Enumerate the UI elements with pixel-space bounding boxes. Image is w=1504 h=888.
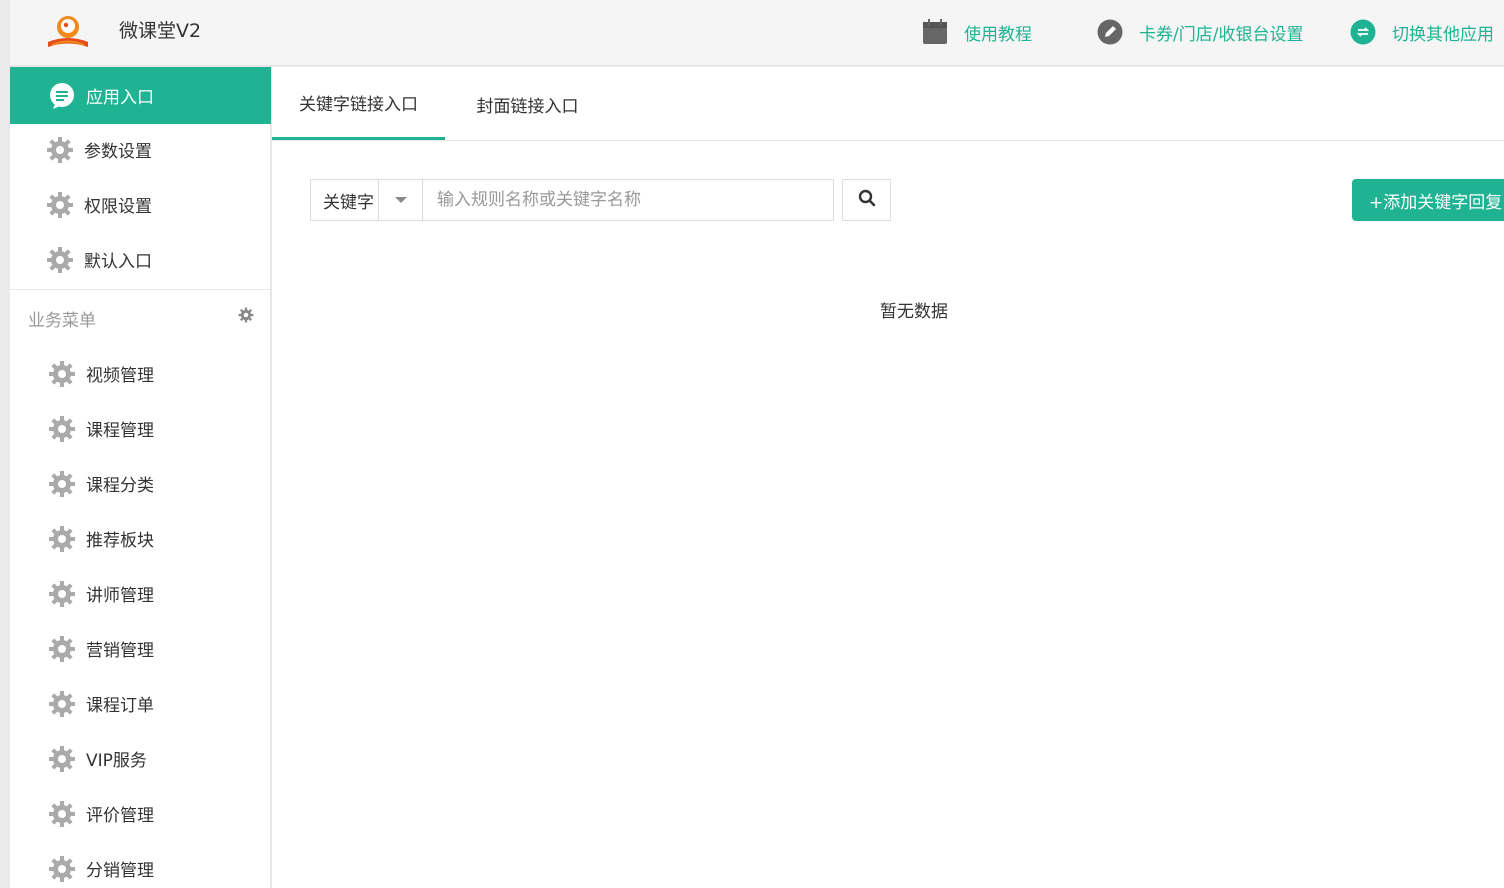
- sidebar-item-label: 推荐板块: [86, 531, 154, 551]
- sidebar-item-label: 视频管理: [86, 366, 154, 386]
- calendar-icon: [922, 19, 948, 45]
- sidebar-item-course-order[interactable]: 课程订单: [10, 676, 271, 731]
- gear-icon: [48, 415, 76, 443]
- sidebar-item-label: 课程分类: [86, 476, 154, 496]
- gear-icon: [46, 136, 74, 164]
- sidebar-item-label: VIP服务: [86, 751, 147, 771]
- sidebar-item-vip-service[interactable]: VIP服务: [10, 731, 271, 786]
- tab-keyword-link[interactable]: 关键字链接入口: [272, 67, 445, 140]
- filter-type-select[interactable]: 关键字: [310, 179, 422, 221]
- app-logo-icon: [46, 12, 90, 50]
- gear-icon: [48, 800, 76, 828]
- gear-icon: [48, 580, 76, 608]
- main-content: 关键字链接入口 封面链接入口 关键字 +添加关键字回复 暂无数据: [272, 67, 1504, 888]
- card-store-settings-link[interactable]: 卡券/门店/收银台设置: [1097, 18, 1303, 46]
- search-button[interactable]: [842, 179, 891, 221]
- sidebar-item-video[interactable]: 视频管理: [10, 346, 271, 401]
- sidebar-item-label: 营销管理: [86, 641, 154, 661]
- switch-app-link[interactable]: 切换其他应用: [1350, 18, 1494, 46]
- sidebar: 应用入口 参数设置 权限设置 默认入口 业务菜单 视频管理课程管理课程分类推荐板…: [10, 67, 271, 888]
- gear-icon: [48, 635, 76, 663]
- add-keyword-reply-button[interactable]: +添加关键字回复: [1352, 179, 1504, 221]
- sidebar-item-label: 默认入口: [84, 252, 152, 272]
- sidebar-item-label: 应用入口: [86, 88, 154, 108]
- sidebar-item-default-entry[interactable]: 默认入口: [10, 232, 271, 287]
- top-header: 微课堂V2 使用教程 卡券/门店/收银台设置 切换其他应用: [10, 0, 1504, 66]
- card-store-settings-label: 卡券/门店/收银台设置: [1139, 24, 1304, 45]
- sidebar-item-label: 参数设置: [84, 142, 152, 162]
- sidebar-divider: [10, 289, 271, 290]
- gear-icon: [48, 470, 76, 498]
- gear-icon: [48, 855, 76, 883]
- sidebar-item-label: 讲师管理: [86, 586, 154, 606]
- sidebar-item-label: 课程管理: [86, 421, 154, 441]
- chat-bubble-icon: [48, 82, 76, 110]
- sidebar-item-course[interactable]: 课程管理: [10, 401, 271, 456]
- search-icon: [858, 189, 876, 211]
- filter-type-value: 关键字: [323, 192, 374, 213]
- gear-icon: [48, 525, 76, 553]
- sidebar-item-marketing[interactable]: 营销管理: [10, 621, 271, 676]
- switch-app-label: 切换其他应用: [1392, 24, 1494, 45]
- tab-bar: 关键字链接入口 封面链接入口: [272, 67, 1504, 141]
- switch-icon: [1350, 19, 1376, 45]
- gear-icon: [48, 745, 76, 773]
- sidebar-item-label: 课程订单: [86, 696, 154, 716]
- gear-icon: [46, 246, 74, 274]
- sidebar-item-label: 评价管理: [86, 806, 154, 826]
- tutorial-link[interactable]: 使用教程: [922, 18, 1032, 46]
- app-title: 微课堂V2: [119, 20, 202, 42]
- sidebar-item-distribution[interactable]: 分销管理: [10, 841, 271, 888]
- pencil-icon: [1097, 19, 1123, 45]
- gear-icon[interactable]: [237, 306, 255, 324]
- gear-icon: [48, 690, 76, 718]
- tab-cover-link[interactable]: 封面链接入口: [460, 67, 595, 141]
- sidebar-item-label: 分销管理: [86, 861, 154, 881]
- sidebar-item-recommend-block[interactable]: 推荐板块: [10, 511, 271, 566]
- tutorial-label: 使用教程: [964, 24, 1032, 45]
- search-input[interactable]: [422, 179, 834, 221]
- sidebar-item-label: 权限设置: [84, 197, 152, 217]
- gear-icon: [48, 360, 76, 388]
- sidebar-item-params[interactable]: 参数设置: [10, 122, 271, 177]
- sidebar-item-course-category[interactable]: 课程分类: [10, 456, 271, 511]
- sidebar-item-app-entry[interactable]: 应用入口: [10, 67, 271, 124]
- sidebar-item-teacher[interactable]: 讲师管理: [10, 566, 271, 621]
- window-edge: [0, 0, 10, 888]
- chevron-down-icon[interactable]: [378, 180, 422, 220]
- section-title-business-menu: 业务菜单: [28, 311, 96, 331]
- sidebar-item-permissions[interactable]: 权限设置: [10, 177, 271, 232]
- gear-icon: [46, 191, 74, 219]
- sidebar-item-review[interactable]: 评价管理: [10, 786, 271, 841]
- empty-state-text: 暂无数据: [880, 302, 948, 322]
